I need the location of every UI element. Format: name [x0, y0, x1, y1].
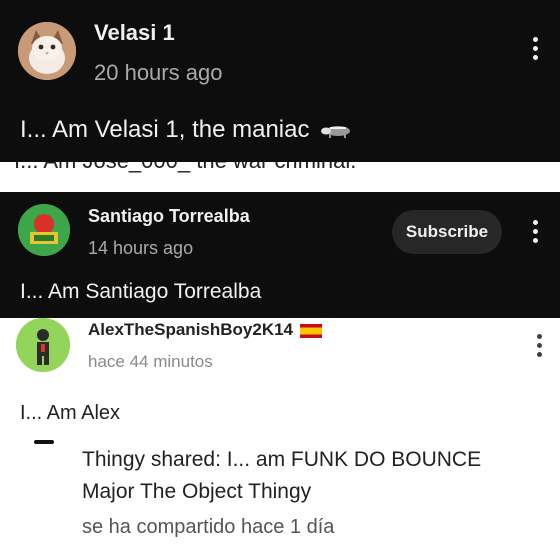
- comment-card-santiago: Santiago Torrealba 14 hours ago Subscrib…: [0, 192, 560, 318]
- comment-text: I... Am Alex: [20, 402, 121, 424]
- comment-text: I... Am Santiago Torrealba: [20, 280, 262, 303]
- shared-timestamp: se ha compartido hace 1 día: [82, 516, 335, 538]
- comment-text: I... Am Velasi 1, the maniac: [20, 116, 310, 143]
- more-vert-icon[interactable]: [530, 37, 540, 60]
- author-name[interactable]: AlexTheSpanishBoy2K14: [88, 320, 322, 340]
- comment-timestamp: hace 44 minutos: [88, 352, 213, 371]
- cut-comment-strip: I... Am Jose_000_ the war criminal.: [0, 162, 560, 192]
- more-vert-icon[interactable]: [530, 220, 540, 243]
- author-name[interactable]: Santiago Torrealba: [88, 206, 250, 227]
- comment-timestamp: 14 hours ago: [88, 238, 194, 258]
- dash-icon: [34, 440, 54, 444]
- avatar[interactable]: [16, 318, 70, 372]
- cut-comment-text: I... Am Jose_000_ the war criminal.: [14, 162, 356, 174]
- comment-body: I... Am Velasi 1, the maniac: [20, 116, 354, 144]
- person-icon: [16, 318, 70, 372]
- subscribe-button[interactable]: Subscribe: [392, 210, 502, 254]
- badger-icon: [321, 125, 351, 138]
- spain-flag-icon: [299, 323, 322, 338]
- more-vert-icon[interactable]: [534, 334, 544, 357]
- badge-icon: [18, 204, 70, 256]
- comment-card-velasi: Velasi 1 20 hours ago I... Am Velasi 1, …: [0, 0, 560, 162]
- comment-card-alex: AlexTheSpanishBoy2K14 hace 44 minutos I.…: [0, 318, 560, 560]
- cat-icon: [18, 22, 76, 80]
- shared-text: Thingy shared: I... am FUNK DO BOUNCE Ma…: [82, 448, 482, 503]
- avatar[interactable]: [18, 204, 70, 256]
- author-name[interactable]: Velasi 1: [94, 20, 175, 46]
- comment-timestamp: 20 hours ago: [94, 60, 223, 85]
- avatar[interactable]: [18, 22, 76, 80]
- author-name-text: AlexTheSpanishBoy2K14: [88, 320, 294, 339]
